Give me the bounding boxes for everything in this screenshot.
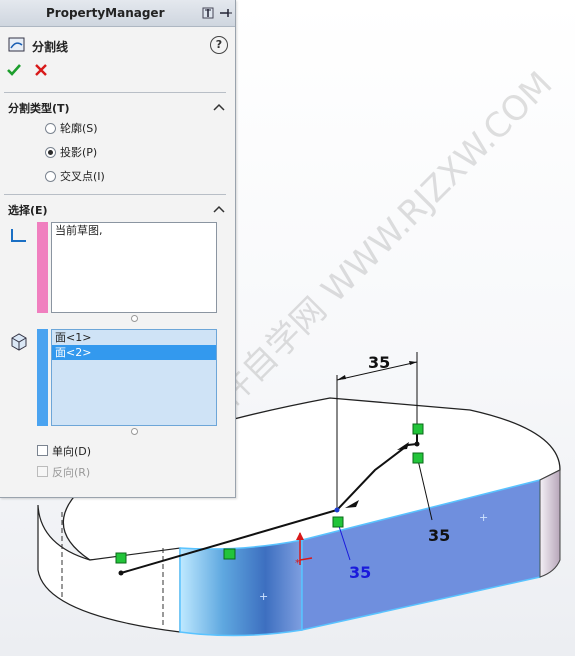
resize-handle[interactable] [131,315,138,322]
checkbox-single-direction[interactable]: 单向(D) [37,443,91,458]
svg-text:+: + [479,511,488,524]
radio-outline[interactable]: 轮廓(S) [45,120,98,136]
checkbox-reverse: 反向(R) [37,464,90,479]
panel-header: PropertyManager [0,0,235,27]
dimension-blue: 35 [349,563,371,582]
list-item[interactable]: 当前草图, [52,223,216,238]
radio-button-selected[interactable] [45,146,56,158]
radio-intersection[interactable]: 交叉点(I) [45,168,105,184]
panel-title: PropertyManager [46,6,165,20]
divider [4,194,226,195]
list-item-selected[interactable]: 面<2> [52,345,216,360]
dimension-right: 35 [428,526,450,545]
collapse-up-icon[interactable] [213,204,225,214]
collapse-up-icon[interactable] [213,102,225,112]
ok-check-icon[interactable] [6,62,22,78]
checkbox[interactable] [37,445,48,456]
svg-text:*: * [295,558,300,569]
pin-icon[interactable] [200,5,215,20]
model-right-end [539,469,561,578]
checkbox-label: 反向(R) [52,465,91,479]
pin-push-icon[interactable] [218,5,233,20]
help-icon[interactable]: ? [210,36,228,54]
cancel-x-icon[interactable] [33,62,49,78]
split-line-icon [8,36,26,54]
sketch-selection-icon [9,226,29,246]
radio-button[interactable] [45,122,56,134]
checkbox-disabled [37,466,48,477]
model-face-1 [179,539,303,637]
radio-label: 投影(P) [60,146,98,159]
list-item[interactable]: 面<1> [52,330,216,345]
feature-title-row: 分割线 ? [8,36,228,56]
face-selection-list[interactable]: 面<1> 面<2> [51,329,217,426]
svg-text:软件自学网 WWW.RJZXW.COM: 软件自学网 WWW.RJZXW.COM [186,64,560,438]
checkbox-label: 单向(D) [52,444,92,458]
sketch-selection-list[interactable]: 当前草图, [51,222,217,313]
radio-label: 交叉点(I) [60,170,105,183]
split-type-header[interactable]: 分割类型(T) [8,100,70,116]
radio-projection[interactable]: 投影(P) [45,144,97,160]
selection-header[interactable]: 选择(E) [8,202,48,218]
radio-label: 轮廓(S) [60,122,98,135]
feature-title: 分割线 [32,40,69,54]
sketch-color-bar [37,222,48,313]
radio-button[interactable] [45,170,56,182]
divider [4,92,226,93]
property-manager-panel: PropertyManager 分割线 ? 分割类型(T) 轮廓(S) 投影(P… [0,0,236,498]
svg-text:+: + [259,590,268,603]
resize-handle[interactable] [131,428,138,435]
watermark: 软件自学网 WWW.RJZXW.COM [186,64,560,438]
dimension-top: 35 [368,353,390,372]
face-color-bar [37,329,48,426]
face-selection-icon [9,332,29,352]
